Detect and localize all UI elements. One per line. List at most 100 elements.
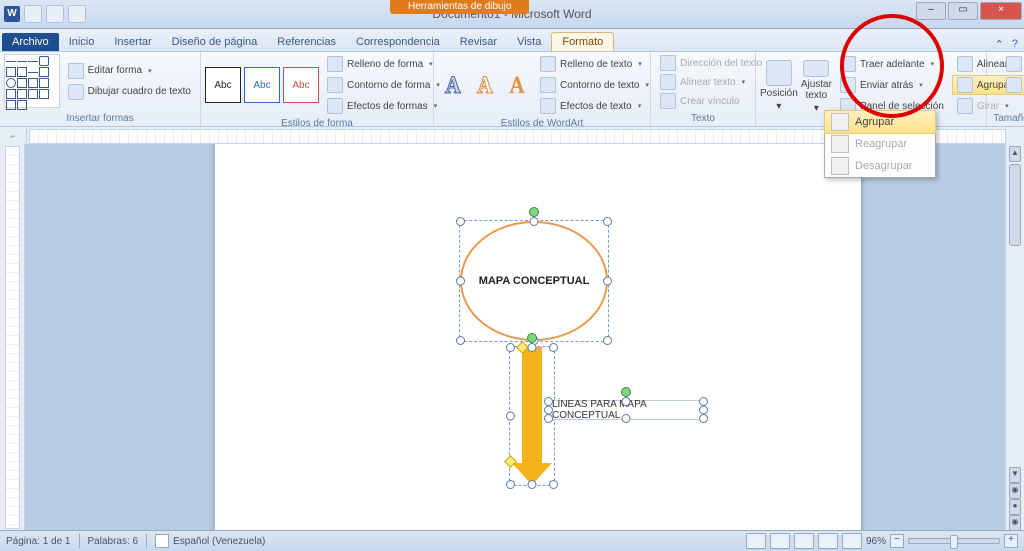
- group-icon: [957, 77, 973, 93]
- resize-handle[interactable]: [456, 217, 465, 226]
- text-direction-button[interactable]: Dirección del texto▾: [655, 54, 751, 72]
- shape-oval-selection[interactable]: MAPA CONCEPTUAL: [459, 220, 609, 342]
- shape-textbox-selection[interactable]: LÍNEAS PARA MAPA CONCEPTUAL: [547, 400, 705, 420]
- rotate-icon: [957, 98, 973, 114]
- document-canvas[interactable]: MAPA CONCEPTUAL: [25, 144, 1005, 531]
- resize-handle[interactable]: [603, 217, 612, 226]
- text-fill-button[interactable]: Relleno de texto▾: [535, 54, 654, 74]
- text-box-button[interactable]: Dibujar cuadro de texto: [63, 82, 196, 102]
- status-bar: Página: 1 de 1 Palabras: 6 Español (Vene…: [0, 530, 1024, 551]
- resize-handle[interactable]: [456, 277, 465, 286]
- resize-handle[interactable]: [622, 414, 631, 423]
- status-page[interactable]: Página: 1 de 1: [6, 536, 71, 547]
- shape-style-gallery[interactable]: Abc Abc Abc: [205, 67, 319, 103]
- tab-revisar[interactable]: Revisar: [450, 33, 507, 51]
- shape-effects-button[interactable]: Efectos de formas▾: [322, 96, 445, 116]
- wordart-sample-2[interactable]: A: [470, 68, 500, 102]
- menu-item-group[interactable]: Agrupar: [824, 110, 936, 134]
- text-effects-button[interactable]: Efectos de texto▾: [535, 96, 654, 116]
- ruler-corner[interactable]: ⌐: [0, 127, 27, 145]
- minimize-ribbon-icon[interactable]: ⌃: [995, 38, 1004, 51]
- minimize-button[interactable]: –: [916, 2, 946, 20]
- tab-file[interactable]: Archivo: [2, 33, 59, 51]
- style-sample-2[interactable]: Abc: [244, 67, 280, 103]
- resize-handle[interactable]: [699, 414, 708, 423]
- view-draft-icon[interactable]: [842, 533, 862, 549]
- rotation-handle[interactable]: [621, 387, 631, 397]
- wrap-text-button[interactable]: Ajustar texto▾: [801, 57, 832, 114]
- browse-object-icon[interactable]: ●: [1009, 499, 1021, 515]
- resize-handle[interactable]: [506, 480, 515, 489]
- scroll-thumb[interactable]: [1009, 164, 1021, 246]
- qat-redo-icon[interactable]: [68, 5, 86, 23]
- shape-fill-button[interactable]: Relleno de forma▾: [322, 54, 445, 74]
- wordart-sample-1[interactable]: A: [438, 68, 468, 102]
- scroll-up-icon[interactable]: ▲: [1009, 146, 1021, 162]
- view-outline-icon[interactable]: [818, 533, 838, 549]
- status-words[interactable]: Palabras: 6: [88, 536, 139, 547]
- resize-handle[interactable]: [549, 480, 558, 489]
- align-text-button[interactable]: Alinear texto▾: [655, 73, 751, 91]
- resize-handle[interactable]: [544, 414, 553, 423]
- tab-formato[interactable]: Formato: [551, 32, 614, 51]
- bring-forward-button[interactable]: Traer adelante▾: [835, 54, 949, 74]
- status-language[interactable]: Español (Venezuela): [155, 534, 265, 548]
- edit-shape-button[interactable]: Editar forma▾: [63, 61, 196, 81]
- text-outline-button[interactable]: Contorno de texto▾: [535, 75, 654, 95]
- view-print-layout-icon[interactable]: [746, 533, 766, 549]
- shapes-gallery[interactable]: [4, 54, 60, 108]
- resize-handle[interactable]: [528, 480, 537, 489]
- next-page-icon[interactable]: ◉: [1009, 515, 1021, 531]
- zoom-track[interactable]: [908, 538, 1000, 544]
- shape-oval[interactable]: MAPA CONCEPTUAL: [460, 221, 608, 341]
- scroll-down-icon[interactable]: ▼: [1009, 467, 1021, 483]
- prev-page-icon[interactable]: ◉: [1009, 483, 1021, 499]
- create-link-button[interactable]: Crear vínculo: [655, 92, 751, 110]
- group-insert-shapes: Editar forma▾ Dibujar cuadro de texto In…: [0, 52, 201, 126]
- zoom-slider[interactable]: − +: [890, 534, 1018, 548]
- view-fullscreen-icon[interactable]: [770, 533, 790, 549]
- maximize-button[interactable]: ▭: [948, 2, 978, 20]
- tab-correspondencia[interactable]: Correspondencia: [346, 33, 450, 51]
- page: MAPA CONCEPTUAL: [215, 144, 861, 531]
- resize-handle[interactable]: [530, 217, 539, 226]
- wordart-sample-3[interactable]: A: [502, 68, 532, 102]
- resize-handle[interactable]: [622, 397, 631, 406]
- zoom-level[interactable]: 96%: [866, 536, 886, 547]
- resize-handle[interactable]: [456, 336, 465, 345]
- height-field[interactable]: [1001, 54, 1024, 74]
- tab-referencias[interactable]: Referencias: [267, 33, 346, 51]
- resize-handle[interactable]: [528, 343, 537, 352]
- resize-handle[interactable]: [603, 336, 612, 345]
- tab-diseno[interactable]: Diseño de página: [162, 33, 268, 51]
- width-field[interactable]: [1001, 75, 1024, 95]
- vertical-ruler[interactable]: [0, 144, 25, 531]
- qat-undo-icon[interactable]: [46, 5, 64, 23]
- style-sample-1[interactable]: Abc: [205, 67, 241, 103]
- view-web-icon[interactable]: [794, 533, 814, 549]
- qat-save-icon[interactable]: [24, 5, 42, 23]
- resize-handle[interactable]: [603, 277, 612, 286]
- tab-insertar[interactable]: Insertar: [104, 33, 161, 51]
- style-sample-3[interactable]: Abc: [283, 67, 319, 103]
- resize-handle[interactable]: [549, 343, 558, 352]
- zoom-in-button[interactable]: +: [1004, 534, 1018, 548]
- rotation-handle[interactable]: [529, 207, 539, 217]
- tab-vista[interactable]: Vista: [507, 33, 551, 51]
- position-button[interactable]: Posición▾: [760, 57, 798, 114]
- menu-item-regroup[interactable]: Reagrupar: [825, 133, 935, 155]
- resize-handle[interactable]: [506, 343, 515, 352]
- tab-inicio[interactable]: Inicio: [59, 33, 105, 51]
- rotation-handle[interactable]: [527, 333, 537, 343]
- vertical-scrollbar[interactable]: ▲ ▼ ◉ ● ◉: [1005, 144, 1024, 531]
- send-backward-button[interactable]: Enviar atrás▾: [835, 75, 949, 95]
- wordart-gallery[interactable]: A A A: [438, 68, 532, 102]
- menu-item-ungroup[interactable]: Desagrupar: [825, 155, 935, 177]
- help-icon[interactable]: ?: [1012, 38, 1018, 51]
- zoom-out-button[interactable]: −: [890, 534, 904, 548]
- shape-outline-button[interactable]: Contorno de forma▾: [322, 75, 445, 95]
- close-button[interactable]: ×: [980, 2, 1022, 20]
- word-icon: W: [4, 6, 20, 22]
- resize-handle[interactable]: [506, 412, 515, 421]
- zoom-thumb[interactable]: [950, 535, 958, 549]
